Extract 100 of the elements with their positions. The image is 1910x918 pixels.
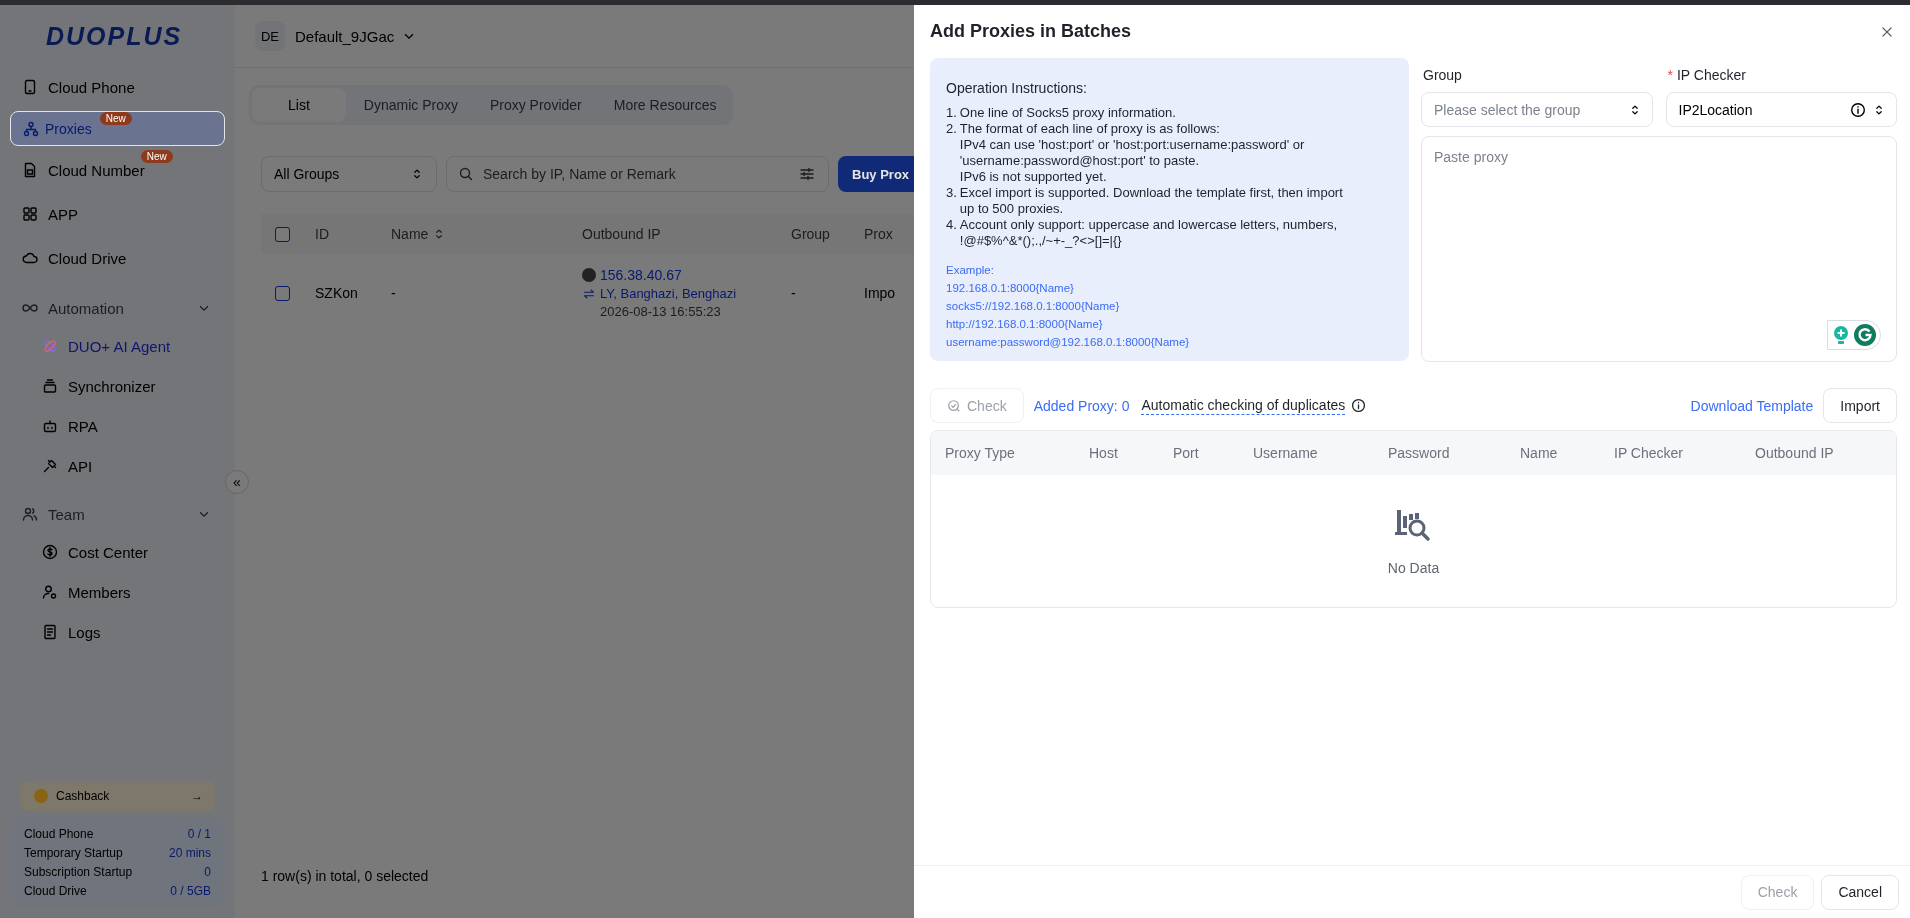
- ip-checker-select[interactable]: IP2Location: [1665, 92, 1897, 127]
- robot-icon: [42, 418, 58, 434]
- usage-value: 0 / 1: [187, 827, 211, 841]
- sidebar-item[interactable]: Cloud Number New: [10, 150, 225, 190]
- network-icon: [23, 120, 39, 137]
- sidebar-item[interactable]: Cloud Drive: [10, 238, 225, 278]
- tab[interactable]: List: [252, 88, 346, 122]
- duplicate-check-label: Automatic checking of duplicates: [1141, 396, 1346, 415]
- cloud-icon: [22, 250, 38, 266]
- field-label: Group: [1422, 67, 1463, 83]
- column-header: Outbound IP: [582, 226, 662, 242]
- item-number: 1.: [946, 105, 957, 121]
- column-header: Prox: [864, 226, 894, 242]
- timestamp: 2026-08-13 16:55:23: [599, 304, 722, 319]
- workspace-avatar: DE: [255, 21, 285, 51]
- search-field[interactable]: Search by IP, Name or Remark: [446, 156, 829, 192]
- sidebar-group-header[interactable]: Team: [10, 494, 225, 534]
- tab[interactable]: Dynamic Proxy: [349, 88, 472, 122]
- sidebar-item[interactable]: APP: [10, 194, 225, 234]
- instructions-heading: Operation Instructions:: [946, 80, 1088, 96]
- instruction-line: up to 500 proxies.: [959, 201, 1065, 217]
- sidebar-item[interactable]: Cost Center: [10, 534, 225, 570]
- column-header: Password: [1388, 445, 1451, 461]
- sidebar-item[interactable]: DUO+ AI Agent: [10, 328, 225, 364]
- sidebar-item[interactable]: Proxies New: [10, 111, 225, 146]
- logo: DUOPLUS: [45, 20, 184, 52]
- checkbox[interactable]: [275, 285, 290, 301]
- column-header[interactable]: Name: [391, 226, 429, 242]
- sidebar-item[interactable]: Cloud Phone: [10, 67, 225, 107]
- table-cell-text: Impo: [864, 285, 897, 301]
- item-number: 2.: [946, 121, 957, 138]
- search-check-icon: [947, 398, 961, 413]
- empty-message: No Data: [1387, 560, 1440, 576]
- flag-icon: [582, 268, 596, 282]
- table-summary: 1 row(s) in total, 0 selected: [260, 868, 430, 886]
- tab[interactable]: Proxy Provider: [475, 88, 596, 122]
- swap-arrows-icon: [582, 286, 596, 301]
- instruction-line: One line of Socks5 proxy information.: [959, 105, 1176, 121]
- atom-icon: [42, 338, 58, 354]
- column-header: Username: [1253, 445, 1319, 461]
- ip-link[interactable]: 156.38.40.67: [600, 267, 682, 283]
- drawer-title: Add Proxies in Batches: [930, 21, 1132, 42]
- usage-value: 20 mins: [168, 846, 211, 860]
- info-icon: [1850, 101, 1866, 118]
- tab[interactable]: More Resources: [599, 88, 731, 122]
- bulb-icon: [1832, 325, 1850, 345]
- added-proxy-count: Added Proxy: 0: [1033, 397, 1130, 414]
- cashback-banner[interactable]: Cashback →: [20, 781, 215, 811]
- collapse-button[interactable]: «: [225, 470, 249, 494]
- usage-label: Cloud Phone: [24, 827, 94, 841]
- instruction-line: IPv4 can use 'host:port' or 'host:port:username:password' or: [959, 137, 1305, 153]
- field-label: IP Checker: [1676, 67, 1746, 83]
- sidebar-group-header[interactable]: Automation: [10, 288, 225, 328]
- cancel-button[interactable]: Cancel: [1821, 874, 1899, 910]
- example-label: Example:: [946, 263, 995, 278]
- group-select[interactable]: Please select the group: [1421, 92, 1653, 127]
- column-header: Port: [1173, 445, 1200, 461]
- grid-icon: [22, 206, 38, 222]
- sidebar-item[interactable]: Logs: [10, 614, 225, 650]
- search-icon: [458, 166, 474, 182]
- sidebar-item[interactable]: Synchronizer: [10, 368, 225, 404]
- sidebar-item[interactable]: Members: [10, 574, 225, 610]
- usage-label: Cloud Drive: [24, 884, 87, 898]
- workspace-dropdown[interactable]: Default_9JGac: [295, 27, 417, 45]
- sim-card-icon: [22, 162, 38, 178]
- writing-assistant-widget[interactable]: [1827, 320, 1881, 350]
- dollar-circle-icon: [42, 544, 58, 560]
- column-header: Outbound IP: [1755, 445, 1835, 461]
- usage-label: Subscription Startup: [24, 865, 133, 879]
- example-line: http://192.168.0.1:8000{Name}: [946, 317, 1104, 332]
- column-header: ID: [315, 226, 330, 242]
- table-cell-text: -: [391, 285, 397, 301]
- sidebar-item[interactable]: API: [10, 448, 225, 484]
- document-icon: [42, 624, 58, 640]
- paste-proxy-field[interactable]: Paste proxy: [1421, 136, 1897, 362]
- assistant-logo-icon: [1854, 324, 1876, 346]
- filter-sliders-icon: [799, 166, 815, 182]
- instruction-line: Account only support: uppercase and lowercase letters, numbers,: [959, 217, 1338, 233]
- usage-label: Temporary Startup: [24, 846, 123, 860]
- column-header: IP Checker: [1614, 445, 1684, 461]
- group-select[interactable]: All Groups: [261, 156, 437, 192]
- instruction-line: Excel import is supported. Download the template first, then import: [959, 185, 1343, 201]
- checkbox[interactable]: [275, 226, 290, 242]
- import-button[interactable]: Import: [1823, 388, 1897, 423]
- coin-icon: [34, 789, 48, 803]
- column-header: Name: [1520, 445, 1559, 461]
- example-line: 192.168.0.1:8000{Name}: [946, 281, 1075, 296]
- buy-proxy-button[interactable]: Buy Prox: [838, 156, 914, 192]
- instruction-line: !@#$%^&*();.,/~+-_?<>[]=|{}: [959, 233, 1123, 249]
- instruction-line: 'username:password@host:port' to paste.: [959, 153, 1201, 169]
- column-header: Host: [1089, 445, 1119, 461]
- sidebar-item[interactable]: RPA: [10, 408, 225, 444]
- required-mark: *: [1667, 67, 1673, 83]
- download-template-link[interactable]: Download Template: [1690, 397, 1814, 414]
- location-text: LY, Banghazi, Benghazi: [600, 286, 737, 301]
- info-icon: [1351, 398, 1367, 413]
- example-line: socks5://192.168.0.1:8000{Name}: [946, 299, 1121, 314]
- new-badge: New: [140, 150, 173, 163]
- instruction-line: The format of each line of proxy is as follows:: [959, 121, 1221, 137]
- plug-icon: [42, 458, 58, 474]
